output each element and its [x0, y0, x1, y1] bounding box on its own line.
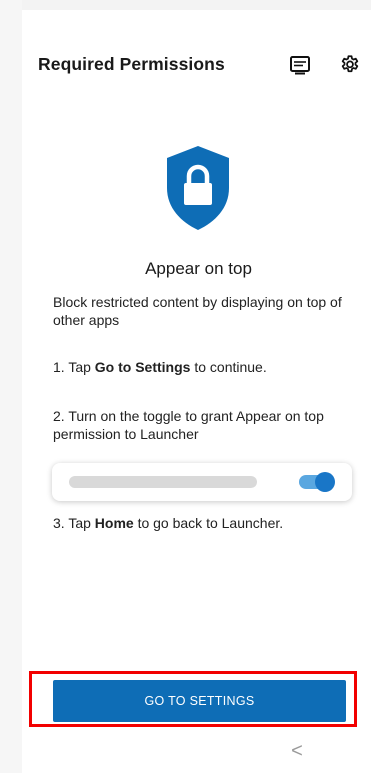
toggle-switch[interactable] — [299, 472, 335, 492]
permission-title: Appear on top — [145, 259, 252, 278]
screen-icon[interactable] — [289, 54, 311, 76]
step-2: 2. Turn on the toggle to grant Appear on… — [53, 408, 324, 442]
step-3: 3. Tap Home to go back to Launcher. — [53, 514, 353, 532]
step-1-prefix: 1. Tap — [53, 359, 95, 375]
back-nav-icon[interactable]: < — [289, 740, 305, 762]
setting-placeholder-bar — [69, 476, 257, 488]
step-1-suffix: to continue. — [190, 359, 267, 375]
go-to-settings-button[interactable]: GO TO SETTINGS — [53, 680, 346, 722]
toggle-knob — [315, 472, 335, 492]
screen-edge — [0, 0, 22, 773]
step-3-suffix: to go back to Launcher. — [133, 515, 284, 531]
step-3-prefix: 3. Tap — [53, 515, 95, 531]
permission-description: Block restricted content by displaying o… — [53, 294, 342, 328]
step-1: 1. Tap Go to Settings to continue. — [53, 358, 353, 376]
toggle-illustration — [52, 463, 352, 501]
gear-icon[interactable] — [339, 54, 361, 76]
lock-shield-icon — [163, 144, 233, 232]
page-title: Required Permissions — [38, 54, 225, 74]
step-3-bold: Home — [94, 515, 134, 531]
permission-screen: Required Permissions Appear on top Block… — [22, 10, 371, 773]
step-1-bold: Go to Settings — [94, 359, 191, 375]
